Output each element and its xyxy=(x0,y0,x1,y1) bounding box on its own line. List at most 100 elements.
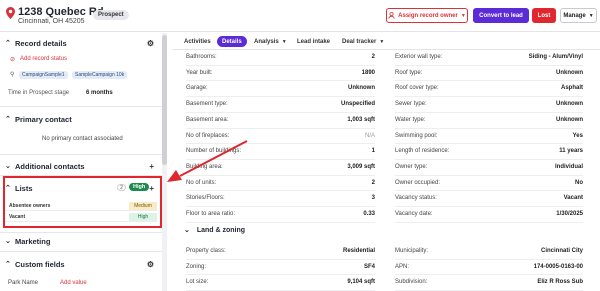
row-divider xyxy=(395,274,583,275)
marketing-header[interactable]: ⌄ Marketing xyxy=(0,234,162,248)
row-divider xyxy=(186,158,375,160)
row-divider xyxy=(395,221,583,223)
divider xyxy=(0,232,162,233)
additional-contacts-title: Additional contacts xyxy=(15,161,85,171)
chevron-down-icon: ▼ xyxy=(281,38,287,45)
row-divider xyxy=(186,221,375,223)
custom-fields-header[interactable]: ⌃ Custom fields ⚙ xyxy=(0,257,162,271)
row-divider xyxy=(395,80,583,82)
add-record-status-link[interactable]: Add record status xyxy=(20,56,67,62)
row-divider xyxy=(186,143,375,145)
chevron-down-icon: ⌄ xyxy=(184,227,190,234)
detail-value: Vacant xyxy=(563,195,583,202)
chevron-up-icon: ⌃ xyxy=(5,40,11,47)
campaign-tag[interactable]: SampleCampaign 10k xyxy=(72,71,128,79)
detail-value: Unknown xyxy=(556,101,583,108)
chevron-down-icon: ▼ xyxy=(379,38,385,45)
tab-lead-intake[interactable]: Lead intake xyxy=(297,36,330,47)
tab-analysis[interactable]: Analysis ▼ xyxy=(254,36,287,47)
row-divider xyxy=(395,158,583,160)
tab-deal-tracker[interactable]: Deal tracker ▼ xyxy=(342,36,384,47)
row-divider xyxy=(186,174,375,176)
tab-details[interactable]: Details xyxy=(217,36,247,47)
custom-field-add-value-link[interactable]: Add value xyxy=(60,280,87,286)
campaign-icon: ⚲ xyxy=(10,72,15,78)
address-line2: Cincinnati, OH 45205 xyxy=(18,18,85,25)
detail-value: 2 xyxy=(371,54,375,60)
row-divider xyxy=(186,258,375,260)
sidebar-scrollbar[interactable] xyxy=(162,33,167,291)
settings-icon[interactable]: ⚙ xyxy=(147,39,154,48)
row-divider xyxy=(186,111,375,113)
row-divider xyxy=(186,206,375,207)
chevron-up-icon: ⌃ xyxy=(5,261,11,268)
detail-value: 1,003 sqft xyxy=(347,116,375,123)
detail-value: 9,104 sqft xyxy=(347,279,375,285)
detail-value: Asphalt xyxy=(560,85,583,92)
left-sidebar: ⌃ Record details ⚙ ⊘ Add record status ⚲… xyxy=(0,33,167,291)
custom-fields-title: Custom fields xyxy=(15,259,65,269)
detail-value: Unknown xyxy=(348,85,375,92)
assign-record-owner-button[interactable]: Assign record owner ▼ xyxy=(386,8,468,23)
status-badge: Prospect xyxy=(93,10,129,20)
add-contact-icon[interactable]: + xyxy=(149,162,154,171)
location-pin-icon xyxy=(6,7,15,19)
row-divider xyxy=(395,258,583,260)
details-panel: Activities Details Analysis ▼ Lead intake… xyxy=(173,33,600,291)
row-divider xyxy=(186,127,375,129)
settings-icon[interactable]: ⚙ xyxy=(147,260,154,269)
row-divider xyxy=(395,289,583,291)
tab-deal-tracker-label: Deal tracker xyxy=(342,38,377,45)
detail-value: Eliz R Ross Sub xyxy=(537,279,583,285)
detail-value: Residential xyxy=(342,248,375,254)
land-zoning-header[interactable]: ⌄ Land & zoning xyxy=(184,226,245,234)
divider xyxy=(0,154,162,155)
detail-value: No xyxy=(575,179,583,186)
row-divider xyxy=(186,190,375,192)
address-line1: 1238 Quebec Rd xyxy=(18,6,104,18)
convert-to-lead-button[interactable]: Convert to lead xyxy=(473,8,529,23)
row-divider xyxy=(395,190,583,192)
scrollbar-thumb[interactable] xyxy=(162,35,167,165)
row-divider xyxy=(395,127,583,129)
additional-contacts-header[interactable]: ⌄ Additional contacts + xyxy=(0,159,162,173)
record-details-header[interactable]: ⌃ Record details ⚙ xyxy=(0,36,162,50)
row-divider xyxy=(395,143,583,145)
assign-label: Assign record owner xyxy=(398,12,458,19)
detail-value: Cincinnati City xyxy=(540,248,583,254)
detail-value: Unknown xyxy=(556,69,583,76)
chevron-down-icon: ▼ xyxy=(588,12,594,19)
campaign-tag[interactable]: CampaignSample1 xyxy=(19,71,68,79)
row-divider xyxy=(395,96,583,98)
tab-activities[interactable]: Activities xyxy=(184,36,211,47)
lost-button[interactable]: Lost xyxy=(532,8,556,23)
detail-value: 1/30/2025 xyxy=(556,211,583,217)
row-divider xyxy=(186,80,375,82)
time-in-stage-value: 6 months xyxy=(86,90,113,96)
detail-value: 2 xyxy=(371,179,375,186)
primary-contact-header[interactable]: ⌃ Primary contact xyxy=(0,112,162,126)
custom-field-label: Park Name xyxy=(8,280,39,286)
lists-highlight-box xyxy=(3,176,162,228)
row-divider xyxy=(395,206,583,207)
detail-value: 3 xyxy=(371,195,375,202)
person-icon xyxy=(388,12,395,19)
divider xyxy=(0,251,162,252)
detail-value: 1 xyxy=(371,148,375,155)
detail-value: SF4 xyxy=(363,263,375,270)
row-divider xyxy=(186,96,375,98)
row-divider xyxy=(186,274,375,275)
detail-value: 174-0005-0163-00 xyxy=(533,263,583,270)
detail-value: 3,009 sqft xyxy=(347,163,375,170)
tab-bar: Activities Details Analysis ▼ Lead intake… xyxy=(173,33,600,50)
manage-label: Manage xyxy=(563,12,586,19)
chevron-down-icon: ⌄ xyxy=(5,238,11,245)
detail-value: Individual xyxy=(554,163,583,170)
chevron-down-icon: ⌄ xyxy=(5,163,11,170)
row-divider xyxy=(186,64,375,66)
chevron-down-icon: ▼ xyxy=(460,12,466,19)
detail-value: Yes xyxy=(572,132,583,139)
manage-button[interactable]: Manage ▼ xyxy=(560,8,597,23)
row-divider xyxy=(395,111,583,113)
detail-value: Unknown xyxy=(556,116,583,123)
